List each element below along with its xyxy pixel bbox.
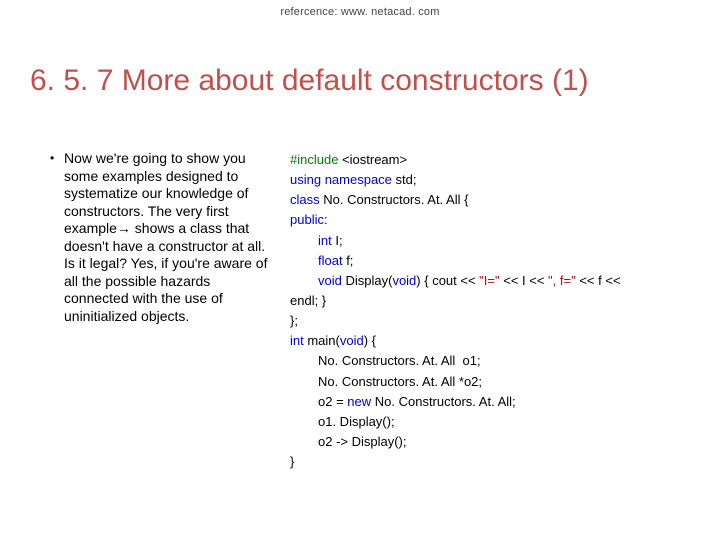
code-line: using namespace std; [290, 170, 690, 190]
code-token: No. Constructors. At. All; [375, 394, 516, 409]
paragraph-rest: show you some examples designed to syste… [64, 150, 267, 324]
code-block: #include <iostream> using namespace std;… [270, 150, 690, 472]
code-token: void [318, 273, 345, 288]
code-token: } [290, 454, 294, 469]
code-line: No. Constructors. At. All o1; [290, 351, 690, 371]
code-token: ) { cout << [416, 273, 479, 288]
code-token: new [347, 394, 374, 409]
code-token: std; [396, 172, 417, 187]
bullet-item: • Now we're going to show you some examp… [50, 150, 270, 325]
bullet-text: Now we're going to show you some example… [64, 150, 270, 325]
code-token: "I=" [479, 273, 499, 288]
code-line: public: [290, 210, 690, 230]
code-token: float [318, 253, 346, 268]
code-line: int main(void) { [290, 331, 690, 351]
code-token: int [318, 233, 335, 248]
slide-body: • Now we're going to show you some examp… [50, 150, 690, 472]
code-token: o2 -> Display(); [318, 434, 407, 449]
code-token: main( [307, 333, 340, 348]
code-token: class [290, 192, 323, 207]
code-line: class No. Constructors. At. All { [290, 190, 690, 210]
code-token: ", f=" [548, 273, 576, 288]
paragraph-lead: Now we're going to [64, 150, 183, 166]
code-line: o2 -> Display(); [290, 432, 690, 452]
code-line: No. Constructors. At. All *o2; [290, 372, 690, 392]
code-token: Display( [345, 273, 392, 288]
code-line: #include <iostream> [290, 150, 690, 170]
code-token: : [324, 212, 328, 227]
code-line: void Display(void) { cout << "I=" << I <… [290, 271, 690, 291]
code-token: f; [346, 253, 353, 268]
code-line: o2 = new No. Constructors. At. All; [290, 392, 690, 412]
bullet-marker: • [50, 150, 64, 325]
code-token: }; [290, 313, 298, 328]
code-line: o1. Display(); [290, 412, 690, 432]
code-line: } [290, 452, 690, 472]
code-token: #include [290, 152, 342, 167]
code-token: No. Constructors. At. All *o2; [318, 374, 482, 389]
code-token: public [290, 212, 324, 227]
code-line: }; [290, 311, 690, 331]
code-line: endl; } [290, 291, 690, 311]
code-token: void [340, 333, 364, 348]
reference-text: refercence: www. netacad. com [0, 6, 720, 18]
slide-title: 6. 5. 7 More about default constructors … [30, 64, 690, 98]
code-token: ) { [364, 333, 376, 348]
code-token: o1. Display(); [318, 414, 395, 429]
code-line: float f; [290, 251, 690, 271]
code-token: << f << [576, 273, 621, 288]
code-token: I; [335, 233, 342, 248]
code-token: int [290, 333, 307, 348]
code-token: No. Constructors. At. All { [323, 192, 468, 207]
left-column: • Now we're going to show you some examp… [50, 150, 270, 472]
code-token: No. Constructors. At. All o1; [318, 353, 481, 368]
code-token: << I << [500, 273, 548, 288]
code-token: endl; } [290, 293, 326, 308]
code-token: o2 = [318, 394, 347, 409]
code-token: <iostream> [342, 152, 407, 167]
code-token: void [392, 273, 416, 288]
code-token: using namespace [290, 172, 396, 187]
code-line: int I; [290, 231, 690, 251]
